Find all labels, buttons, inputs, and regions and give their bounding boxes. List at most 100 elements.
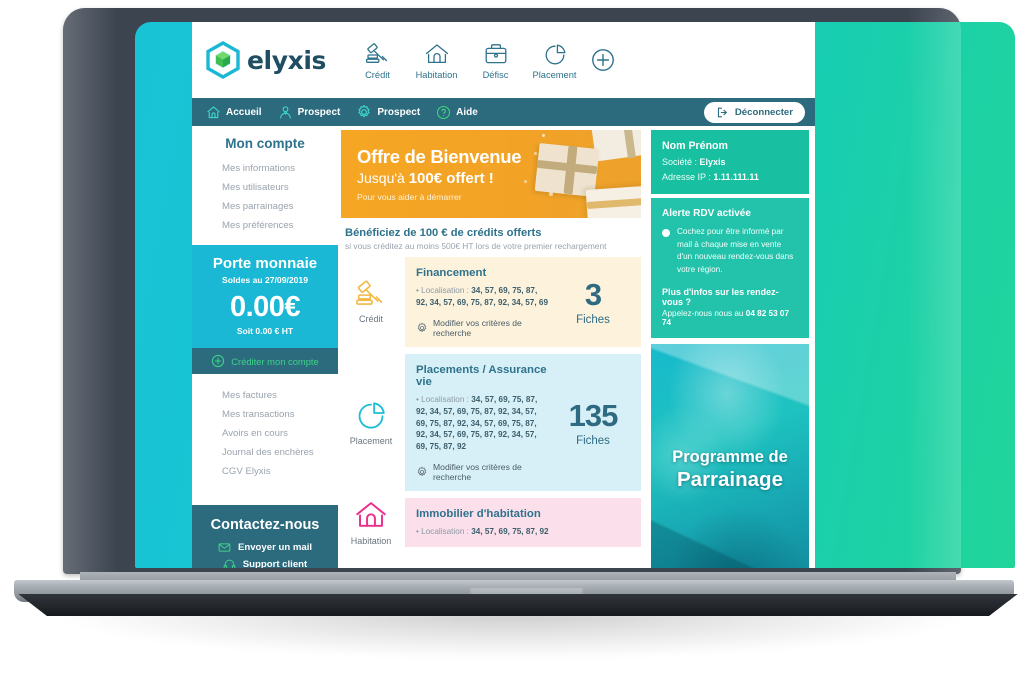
headset-icon (223, 558, 236, 568)
credit-account-button[interactable]: Créditer mon compte (192, 348, 338, 374)
credits-offer-subtitle: si vous créditez au moins 500€ HT lors d… (345, 241, 607, 251)
credits-offer-text: Bénéficiez de 100 € de crédits offerts s… (341, 218, 641, 257)
card-placements-localisation: • Localisation : 34, 57, 69, 75, 87, 92,… (416, 394, 550, 453)
envelope-icon (218, 541, 231, 554)
card-immobilier: Habitation Immobilier d'habitation • Loc… (341, 498, 641, 548)
sidebar-item-journal-des-encheres[interactable]: Journal des enchères (222, 443, 338, 462)
sidebar-item-mes-utilisateurs[interactable]: Mes utilisateurs (222, 178, 338, 197)
sidebar-item-mes-informations[interactable]: Mes informations (222, 159, 338, 178)
pie-chart-icon (354, 399, 388, 432)
user-company: Société : Elyxis (662, 157, 798, 167)
gear-icon (356, 104, 372, 120)
wallet-date: Soldes au 27/09/2019 (222, 275, 308, 285)
contact-title: Contactez-nous (210, 517, 320, 533)
card-immobilier-title: Immobilier d'habitation (416, 508, 541, 521)
credit-account-label: Créditer mon compte (231, 355, 319, 367)
card-immobilier-loc-values: 34, 57, 69, 75, 87, 92 (471, 527, 549, 537)
navlink-accueil[interactable]: Accueil (206, 105, 262, 120)
contact-panel: Contactez-nous Envoyer un mail Support c… (192, 505, 338, 568)
user-tie-icon (278, 105, 293, 120)
sidebar-item-avoirs-en-cours[interactable]: Avoirs en cours (222, 424, 338, 443)
card-financement-count-label: Fiches (576, 313, 610, 326)
card-financement-count: 3 (584, 276, 602, 312)
card-immobilier-main: Immobilier d'habitation • Localisation :… (416, 508, 556, 538)
card-placements-modify-label: Modifier vos critères de recherche (433, 462, 522, 483)
wallet-panel: Porte monnaie Soldes au 27/09/2019 0.00€… (192, 245, 338, 348)
main-content: Offre de Bienvenue Jusqu'à 100€ offert !… (338, 126, 647, 568)
app-body: Mon compte Mes informations Mes utilisat… (192, 126, 815, 568)
nav-defisc-label: Défisc (482, 70, 509, 80)
logout-button[interactable]: Déconnecter (703, 101, 805, 123)
card-placements-modify-criteria[interactable]: Modifier vos critères de recherche (416, 462, 550, 482)
sidebar-item-mes-factures[interactable]: Mes factures (222, 386, 338, 405)
navlink-prospect-1-label: Prospect (297, 106, 341, 118)
wallet-amount: 0.00€ (229, 291, 301, 323)
gear-icon (416, 322, 428, 334)
nav-defisc[interactable]: Défisc (466, 40, 525, 80)
card-placements-loc-label: • Localisation : (416, 394, 472, 404)
rdv-alert-text: Cochez pour être informé par mail à chaq… (677, 227, 794, 275)
user-ip-label: Adresse IP : (662, 172, 714, 182)
navlink-prospect-2[interactable]: Prospect (356, 104, 420, 120)
card-placements-title: Placements / Assurance vie (416, 363, 547, 388)
briefcase-icon (483, 40, 509, 67)
rdv-call-prefix: Appelez-nous nous au (662, 308, 746, 318)
contact-support-label: Support client (242, 559, 308, 568)
nav-placement-label: Placement (532, 70, 577, 80)
card-financement-modify-criteria[interactable]: Modifier vos critères de recherche (416, 318, 550, 338)
laptop-base (6, 572, 1018, 616)
rdv-alert-title: Alerte RDV activée (662, 208, 751, 219)
secondary-navbar: Accueil Prospect Prospect Aide Déconnect… (192, 98, 815, 126)
gavel-icon (365, 40, 391, 67)
card-placements-main: Placements / Assurance vie • Localisatio… (416, 364, 556, 482)
card-placements-icon-label: Placement (349, 436, 393, 446)
user-info-card: Nom Prénom Société : Elyxis Adresse IP :… (651, 130, 809, 194)
logout-icon (716, 106, 729, 119)
sidebar-item-mes-parrainages[interactable]: Mes parrainages (222, 197, 338, 216)
rdv-more-info: Plus d'infos sur les rendez-vous ? (662, 286, 779, 307)
gear-icon (416, 466, 428, 478)
sidebar-item-mes-transactions[interactable]: Mes transactions (222, 405, 338, 424)
card-financement: Crédit Financement • Localisation : 34, … (341, 257, 641, 347)
sidebar-account-links: Mes informations Mes utilisateurs Mes pa… (192, 159, 338, 245)
sidebar-account-title: Mon compte (225, 136, 305, 151)
nav-credit-label: Crédit (365, 70, 390, 80)
nav-credit[interactable]: Crédit (348, 40, 407, 80)
parrainage-line1: Programme de (672, 447, 788, 466)
help-circle-icon (436, 105, 451, 120)
contact-support-row[interactable]: Support client (192, 558, 338, 568)
card-immobilier-icon-group: Habitation (341, 499, 401, 546)
rdv-alert-checkbox[interactable] (662, 229, 670, 237)
sidebar-item-mes-preferences[interactable]: Mes préférences (222, 216, 338, 235)
card-financement-body: Financement • Localisation : 34, 57, 69,… (405, 257, 641, 347)
logout-button-label: Déconnecter (734, 106, 793, 118)
parrainage-text: Programme de Parrainage (651, 448, 809, 492)
user-ip: Adresse IP : 1.11.111.11 (662, 172, 798, 182)
add-button[interactable] (590, 47, 616, 73)
navlink-prospect-1[interactable]: Prospect (278, 105, 341, 120)
card-immobilier-count-group (556, 508, 630, 538)
parrainage-promo-card[interactable]: Programme de Parrainage (651, 343, 809, 568)
card-financement-localisation: • Localisation : 34, 57, 69, 75, 87, 92,… (416, 285, 550, 309)
nav-habitation[interactable]: Habitation (407, 40, 466, 80)
brand-logo[interactable]: elyxis (206, 41, 340, 79)
primary-nav: Crédit Habitation Défisc Placement (348, 40, 616, 80)
wallet-title: Porte monnaie (212, 255, 318, 272)
contact-mail-row[interactable]: Envoyer un mail (192, 541, 338, 554)
house-icon (424, 40, 450, 67)
navlink-accueil-label: Accueil (226, 106, 262, 118)
welcome-offer-banner[interactable]: Offre de Bienvenue Jusqu'à 100€ offert !… (341, 130, 641, 218)
nav-placement[interactable]: Placement (525, 40, 584, 80)
card-financement-title: Financement (416, 267, 487, 279)
user-name: Nom Prénom (662, 140, 728, 152)
welcome-offer-text: Offre de Bienvenue Jusqu'à 100€ offert !… (341, 146, 522, 202)
card-financement-count-group: 3 Fiches (556, 267, 630, 338)
card-financement-icon-label: Crédit (358, 314, 383, 325)
welcome-offer-amount: 100€ offert ! (408, 170, 494, 187)
welcome-offer-prefix: Jusqu'à (357, 170, 409, 186)
navlink-aide[interactable]: Aide (436, 105, 478, 120)
card-financement-loc-label: • Localisation : (416, 286, 472, 295)
sidebar-item-cgv-elyxis[interactable]: CGV Elyxis (222, 462, 338, 481)
sidebar: Mon compte Mes informations Mes utilisat… (192, 126, 338, 568)
card-immobilier-icon-label: Habitation (350, 536, 392, 547)
